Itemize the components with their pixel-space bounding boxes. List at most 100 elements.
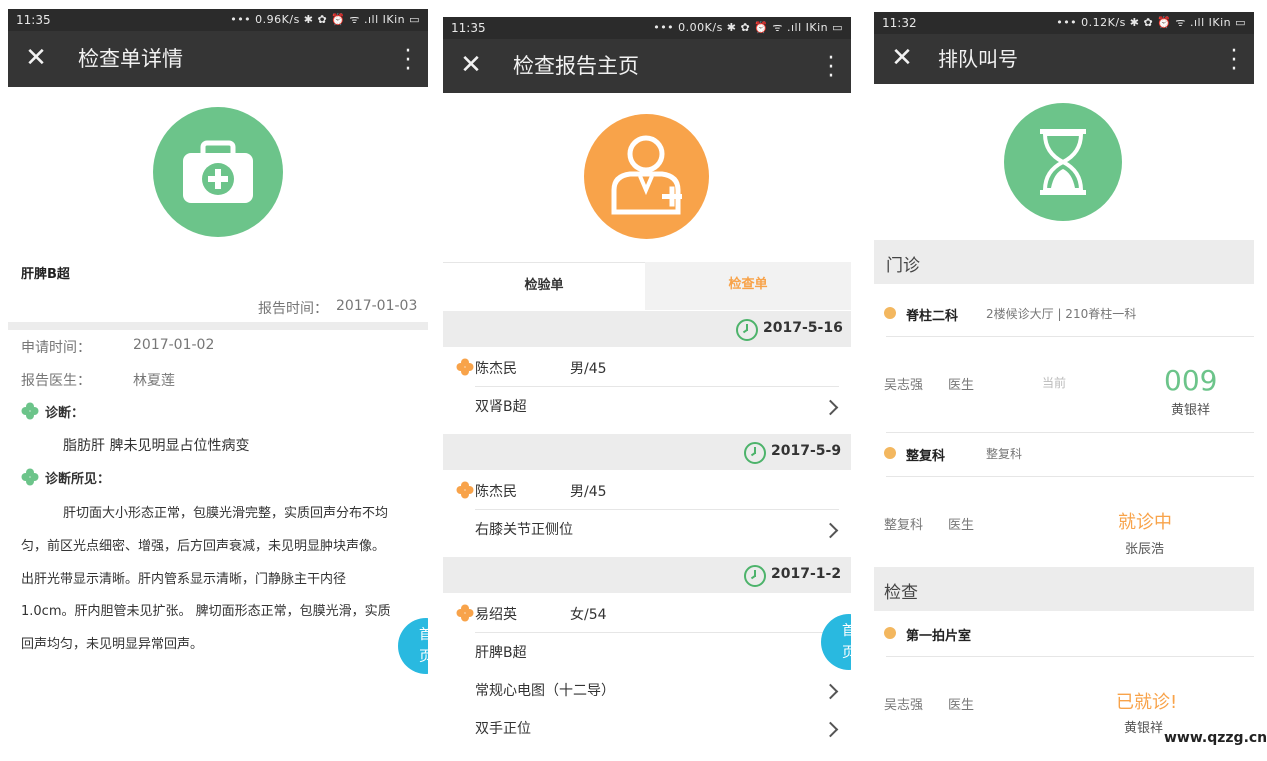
status-dot — [884, 307, 896, 319]
findings-line: 回声均匀，未见明显异常回声。 — [21, 637, 204, 652]
divider — [886, 336, 1254, 337]
findings-line: 出肝光带显示清晰。肝内管系显示清晰，门静脉主干内径 — [21, 572, 347, 587]
panel-queue: 11:32 ••• 0.12K/s ✱ ✿ ⏰ ᯤ .ıll IKin ▭ ✕ … — [874, 0, 1254, 761]
findings-line: 1.0cm。肝内胆管未见扩张。 脾切面形态正常，包膜光滑，实质 — [21, 604, 391, 619]
hourglass-icon — [1004, 103, 1122, 221]
patient-gender-age: 男/45 — [570, 484, 607, 500]
exam-item-name: 右膝关节正侧位 — [475, 522, 573, 538]
divider — [886, 432, 1254, 433]
flower-icon — [456, 481, 474, 499]
close-icon[interactable]: ✕ — [24, 45, 48, 71]
flower-icon — [456, 358, 474, 376]
exam-item-name: 双手正位 — [475, 721, 531, 737]
queue-patient: 黄银祥 — [1124, 721, 1164, 736]
panel-exam-detail: 11:35 ••• 0.96K/s ✱ ✿ ⏰ ᯤ .ıll IKin ▭ ✕ … — [8, 0, 428, 761]
tab-exam-reports-label: 检查单 — [728, 277, 768, 292]
apply-time-value: 2017-01-02 — [133, 337, 215, 353]
status-time: 11:35 — [16, 13, 51, 27]
patient-gender-age: 女/54 — [570, 607, 607, 623]
department-location: 整复科 — [986, 447, 1023, 461]
status-dot — [884, 447, 896, 459]
report-doctor-label: 报告医生： — [21, 373, 91, 389]
patient-name: 易绍英 — [475, 607, 517, 623]
home-fab-label: 首 — [842, 623, 851, 639]
title-bar: ✕ 排队叫号 · · · — [874, 34, 1254, 84]
home-fab-label: 页 — [842, 645, 851, 661]
status-dot — [884, 627, 896, 639]
status-bar: 11:35 ••• 0.00K/s ✱ ✿ ⏰ ᯤ .ıll IKin ▭ — [443, 17, 851, 39]
section-divider — [8, 322, 428, 330]
record-date: 2017-5-9 — [771, 443, 842, 459]
more-menu-icon[interactable]: · · · — [404, 41, 412, 81]
home-fab-button[interactable]: 首 页 — [398, 618, 428, 674]
diagnosis-label: 诊断： — [45, 406, 85, 421]
doctor-icon — [584, 114, 709, 239]
home-fab-label: 首 — [419, 627, 428, 643]
close-icon[interactable]: ✕ — [890, 45, 914, 71]
diagnosis-text: 脂肪肝 脾未见明显占位性病变 — [63, 438, 250, 454]
exam-item-name: 常规心电图（十二导） — [475, 683, 615, 699]
report-time-label: 报告时间： — [258, 301, 328, 317]
section-header — [874, 567, 1254, 611]
status-time: 11:35 — [451, 21, 486, 35]
panel-report-home: 11:35 ••• 0.00K/s ✱ ✿ ⏰ ᯤ .ıll IKin ▭ ✕ … — [443, 0, 851, 761]
flower-icon — [456, 604, 474, 622]
exam-item-row[interactable]: 双肾B超 — [443, 387, 851, 423]
status-indicators: ••• 0.00K/s ✱ ✿ ⏰ ᯤ .ıll IKin ▭ — [653, 21, 843, 34]
clock-icon — [744, 565, 766, 587]
doctor-name: 整复科 — [884, 518, 924, 533]
divider — [886, 476, 1254, 477]
exam-item-row[interactable]: 双手正位 — [443, 709, 851, 745]
status-bar: 11:32 ••• 0.12K/s ✱ ✿ ⏰ ᯤ .ıll IKin ▭ — [874, 12, 1254, 34]
exam-item-row[interactable]: 右膝关节正侧位 — [443, 510, 851, 546]
page-title: 排队叫号 — [938, 47, 1018, 71]
more-menu-icon[interactable]: · · · — [827, 48, 835, 88]
chevron-right-icon — [822, 683, 839, 700]
page-title: 检查报告主页 — [513, 54, 639, 78]
title-bar: ✕ 检查单详情 · · · — [8, 31, 428, 87]
queue-patient: 张辰浩 — [1125, 542, 1165, 557]
title-bar: ✕ 检查报告主页 · · · — [443, 39, 851, 93]
clover-icon — [21, 402, 39, 420]
divider — [886, 656, 1254, 657]
doctor-name: 吴志强 — [884, 698, 924, 713]
status-indicators: ••• 0.96K/s ✱ ✿ ⏰ ᯤ .ıll IKin ▭ — [230, 13, 420, 26]
doctor-role: 医生 — [948, 518, 975, 533]
queue-number: 009 — [1164, 364, 1218, 397]
tab-exam-reports[interactable]: 检查单 — [645, 262, 851, 310]
department-name: 整复科 — [906, 449, 946, 464]
record-date: 2017-5-16 — [763, 320, 843, 336]
exam-item-name: 双肾B超 — [475, 399, 527, 415]
chevron-right-icon — [822, 721, 839, 738]
patient-gender-age: 男/45 — [570, 361, 607, 377]
status-indicators: ••• 0.12K/s ✱ ✿ ⏰ ᯤ .ıll IKin ▭ — [1056, 16, 1246, 29]
department-name: 脊柱二科 — [906, 309, 959, 324]
clock-icon — [736, 319, 758, 341]
queue-patient: 黄银祥 — [1171, 403, 1211, 418]
section-header — [874, 240, 1254, 284]
medical-kit-icon — [153, 107, 283, 237]
tab-lab-reports[interactable]: 检验单 — [443, 262, 645, 311]
page-title: 检查单详情 — [78, 47, 183, 71]
doctor-name: 吴志强 — [884, 378, 924, 393]
queue-status: 已就诊! — [1116, 692, 1178, 713]
exam-item-row[interactable]: 肝脾B超 — [443, 633, 851, 669]
more-menu-icon[interactable]: · · · — [1230, 41, 1238, 81]
close-icon[interactable]: ✕ — [459, 52, 483, 78]
section-exam: 检查 — [884, 583, 918, 603]
home-fab-button[interactable]: 首 页 — [821, 614, 851, 670]
record-date: 2017-1-2 — [771, 566, 842, 582]
exam-item-row[interactable]: 常规心电图（十二导） — [443, 671, 851, 707]
current-label: 当前 — [1042, 376, 1067, 390]
chevron-right-icon — [822, 522, 839, 539]
findings-label: 诊断所见： — [45, 472, 111, 487]
home-fab-label: 页 — [419, 649, 428, 665]
clover-icon — [21, 468, 39, 486]
report-time-value: 2017-01-03 — [336, 298, 418, 314]
status-bar: 11:35 ••• 0.96K/s ✱ ✿ ⏰ ᯤ .ıll IKin ▭ — [8, 9, 428, 31]
doctor-role: 医生 — [948, 378, 975, 393]
department-name: 第一拍片室 — [906, 629, 972, 644]
findings-line: 匀，前区光点细密、增强，后方回声衰减，未见明显肿块声像。 — [21, 539, 386, 554]
exam-item-name: 肝脾B超 — [475, 645, 527, 661]
chevron-right-icon — [822, 399, 839, 416]
